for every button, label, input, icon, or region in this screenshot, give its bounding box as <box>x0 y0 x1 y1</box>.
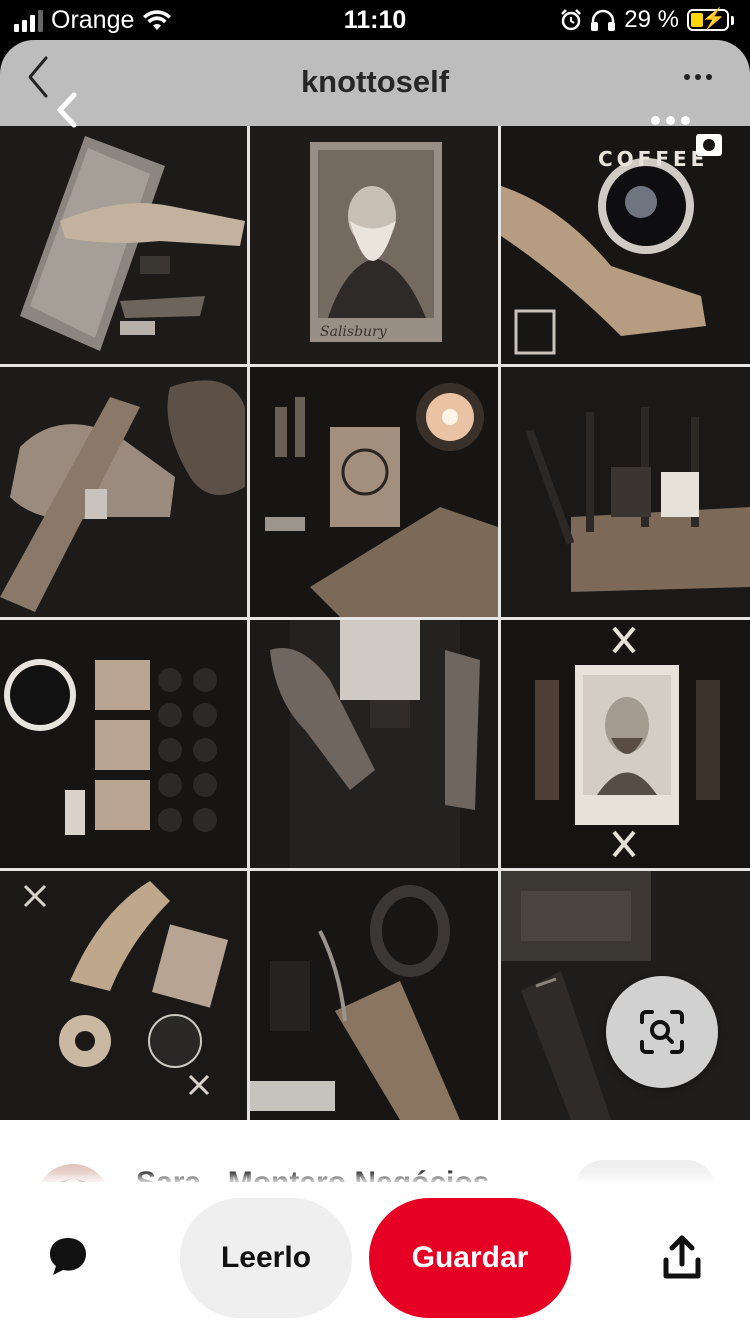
alarm-icon <box>561 9 582 31</box>
tile-caption: Salisbury <box>320 324 388 340</box>
action-bar: Leerlo Guardar <box>0 1182 750 1334</box>
grid-divider <box>0 617 750 620</box>
close-back-icon[interactable] <box>52 90 82 130</box>
photo-tile <box>250 367 498 617</box>
grid-divider <box>498 126 501 1120</box>
visual-search-button[interactable] <box>606 976 718 1088</box>
share-icon[interactable] <box>656 1232 708 1284</box>
photo-tile <box>250 871 498 1120</box>
visual-search-icon <box>640 1010 684 1054</box>
photo-tile <box>501 620 750 868</box>
photo-tile <box>501 367 750 617</box>
photo-tile: COFFEE <box>501 126 750 364</box>
battery-charging-icon: ⚡ <box>687 8 729 31</box>
page-title: knottoself <box>300 64 450 99</box>
grid-divider <box>0 868 750 871</box>
battery-percent: 29 % <box>624 6 679 33</box>
status-right: 29 % ⚡ <box>560 6 734 34</box>
comment-icon[interactable] <box>44 1232 92 1280</box>
grid-divider <box>247 126 250 1120</box>
read-button[interactable]: Leerlo <box>180 1198 352 1318</box>
pin-header: knottoself <box>0 40 750 126</box>
photo-tile <box>0 620 247 868</box>
photo-tile <box>0 871 247 1120</box>
pin-more-icon[interactable] <box>651 116 690 125</box>
tile-caption: COFFEE <box>598 147 708 171</box>
save-button[interactable]: Guardar <box>369 1198 571 1318</box>
status-bar: Orange 11:10 29 % ⚡ <box>0 0 750 42</box>
headphones-icon <box>591 9 616 31</box>
pin-image[interactable]: Salisbury COFFEE <box>0 126 750 1120</box>
grid-divider <box>0 364 750 367</box>
more-horizontal-icon[interactable] <box>684 74 712 80</box>
photo-tile <box>250 620 498 868</box>
battery-nub <box>731 15 734 25</box>
photo-tile <box>0 126 247 364</box>
photo-tile: Salisbury <box>250 126 498 364</box>
photo-tile <box>0 367 247 617</box>
